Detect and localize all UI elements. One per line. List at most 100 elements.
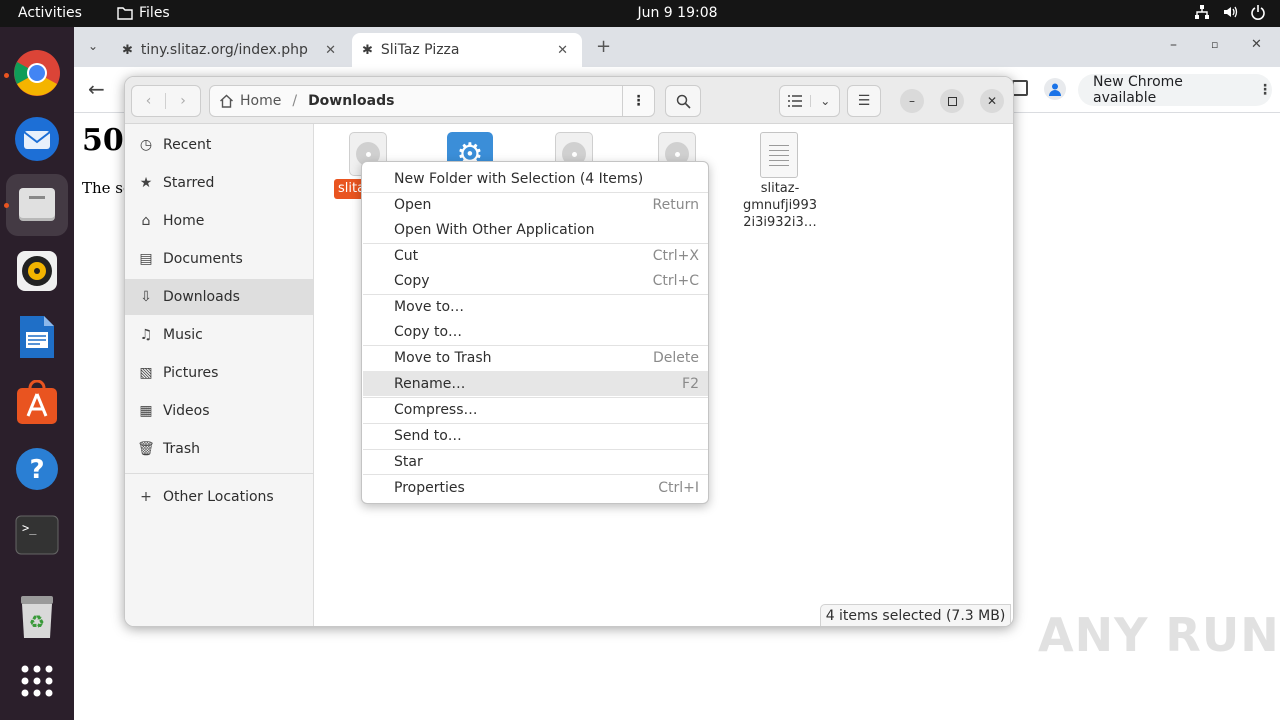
tab-close-icon[interactable]: ✕ [557, 43, 568, 58]
trash-icon: 🗑 [137, 441, 155, 457]
menu-button[interactable]: ☰ [847, 85, 881, 117]
show-apps-icon[interactable] [13, 657, 61, 705]
home-icon: ⌂ [141, 213, 151, 229]
menu-item-star[interactable]: Star [363, 449, 708, 474]
power-icon [1251, 5, 1265, 20]
sidebar-item-videos[interactable]: ▦ Videos [125, 393, 313, 429]
close-button[interactable]: ✕ [980, 89, 1004, 113]
svg-text:?: ? [29, 455, 44, 485]
sidebar-item-home[interactable]: ⌂ Home [125, 203, 313, 239]
menu-item-open-with[interactable]: Open With Other Application [363, 217, 708, 242]
spider-favicon-icon: ✱ [122, 42, 133, 58]
minimize-button[interactable]: – [900, 89, 924, 113]
tab-strip: ⌄ ✱ tiny.slitaz.org/index.php ✕ ✱ SliTaz… [74, 27, 1280, 67]
path-separator: / [292, 93, 298, 109]
files-icon[interactable] [6, 174, 68, 236]
trash-icon[interactable]: ♻ [13, 593, 61, 641]
running-indicator [4, 73, 9, 78]
top-bar: Activities Files Jun 9 19:08 [0, 0, 1280, 27]
menu-item-compress[interactable]: Compress… [363, 397, 708, 422]
files-headerbar: ‹ › Home / Downloads ⋮ ⌄ ☰ – ✕ [125, 77, 1013, 124]
file-name-label[interactable]: slitaz- gmnufji993 2i3i932i3… [737, 180, 823, 231]
terminal-icon[interactable]: >_ [13, 511, 61, 559]
video-icon: ▦ [139, 403, 153, 419]
minimize-icon[interactable]: – [1170, 37, 1177, 53]
svg-text:♻: ♻ [29, 612, 45, 633]
path-current[interactable]: Downloads [308, 93, 394, 109]
close-window-icon[interactable]: ✕ [1251, 37, 1262, 52]
minimize-icon: – [909, 94, 915, 108]
clock[interactable]: Jun 9 19:08 [0, 5, 1280, 21]
sidebar-item-documents[interactable]: ▤ Documents [125, 241, 313, 277]
sidebar-divider [125, 473, 313, 474]
tab-tiny-slitaz[interactable]: ✱ tiny.slitaz.org/index.php ✕ [114, 33, 346, 67]
menu-item-send-to[interactable]: Send to… [363, 423, 708, 448]
path-home[interactable]: Home [219, 93, 281, 109]
file-item[interactable] [760, 132, 798, 178]
volume-icon [1224, 6, 1238, 18]
forward-button[interactable]: › [166, 93, 200, 109]
search-button[interactable] [665, 85, 701, 117]
running-indicator [4, 203, 9, 208]
tab-search-icon[interactable]: ⌄ [88, 39, 98, 53]
network-icon [1195, 5, 1209, 19]
music-icon: ♫ [139, 327, 153, 343]
places-sidebar: ◷ Recent ★ Starred ⌂ Home ▤ Documents ⇩ Downl… [125, 124, 314, 626]
view-switcher: ⌄ [779, 85, 840, 117]
help-icon[interactable]: ? [13, 445, 61, 493]
system-tray[interactable] [1194, 4, 1266, 20]
sidebar-item-music[interactable]: ♫ Music [125, 317, 313, 353]
sidebar-item-trash[interactable]: 🗑 Trash [125, 431, 313, 467]
menu-item-properties[interactable]: Properties Ctrl+I [363, 475, 708, 500]
sidebar-item-pictures[interactable]: ▧ Pictures [125, 355, 313, 391]
anyrun-watermark: ANY RUN [1038, 608, 1280, 662]
plus-icon: + [140, 489, 152, 505]
svg-text:>_: >_ [22, 521, 37, 535]
tab-close-icon[interactable]: ✕ [325, 43, 336, 58]
tab-slitaz-pizza[interactable]: ✱ SliTaz Pizza ✕ [352, 33, 582, 67]
maximize-icon [947, 96, 957, 106]
sidebar-item-other-locations[interactable]: + Other Locations [125, 479, 313, 515]
menu-item-open[interactable]: Open Return [363, 192, 708, 217]
nav-buttons: ‹ › [131, 85, 201, 117]
restore-icon[interactable]: ▫ [1211, 38, 1218, 51]
dock: ? >_ ♻ [0, 27, 74, 720]
menu-item-cut[interactable]: Cut Ctrl+X [363, 243, 708, 268]
sidebar-item-downloads[interactable]: ⇩ Downloads [125, 279, 313, 315]
hamburger-icon: ☰ [857, 93, 871, 109]
back-button[interactable]: ‹ [132, 93, 167, 109]
back-arrow-icon[interactable]: ← [88, 77, 105, 101]
app-center-icon[interactable] [13, 379, 61, 427]
thunderbird-icon[interactable] [13, 115, 61, 163]
selection-status: 4 items selected (7.3 MB) [820, 604, 1011, 626]
menu-item-move-to[interactable]: Move to… [363, 294, 708, 319]
menu-item-copy-to[interactable]: Copy to… [363, 319, 708, 344]
document-icon: ▤ [139, 251, 153, 267]
path-bar: Home / Downloads ⋮ [209, 85, 655, 117]
tab-label: SliTaz Pizza [380, 42, 460, 58]
profile-avatar-icon[interactable] [1044, 78, 1066, 100]
path-menu-icon[interactable]: ⋮ [622, 86, 654, 116]
spider-favicon-icon: ✱ [362, 42, 373, 58]
rhythmbox-icon[interactable] [13, 247, 61, 295]
menu-item-move-to-trash[interactable]: Move to Trash Delete [363, 345, 708, 370]
menu-item-new-folder-with-selection[interactable]: New Folder with Selection (4 Items) [363, 166, 708, 191]
search-icon [676, 94, 691, 109]
sidebar-item-recent[interactable]: ◷ Recent [125, 127, 313, 163]
context-menu: New Folder with Selection (4 Items) Open… [361, 161, 709, 504]
libreoffice-writer-icon[interactable] [13, 313, 61, 361]
menu-item-rename[interactable]: Rename… F2 [363, 371, 708, 396]
clock-icon: ◷ [139, 137, 153, 153]
update-label: New Chrome available [1093, 74, 1183, 106]
new-tab-icon[interactable]: + [596, 36, 611, 57]
sidebar-item-starred[interactable]: ★ Starred [125, 165, 313, 201]
chrome-update-button[interactable]: New Chrome available ⋮ [1078, 74, 1272, 106]
list-view-icon[interactable] [780, 95, 812, 107]
chevron-down-icon[interactable]: ⌄ [811, 94, 839, 108]
menu-item-copy[interactable]: Copy Ctrl+C [363, 268, 708, 293]
side-panel-icon[interactable] [1012, 80, 1028, 96]
chrome-icon[interactable] [13, 49, 61, 97]
star-icon: ★ [139, 175, 153, 191]
more-menu-icon: ⋮ [1258, 82, 1272, 98]
maximize-button[interactable] [940, 89, 964, 113]
